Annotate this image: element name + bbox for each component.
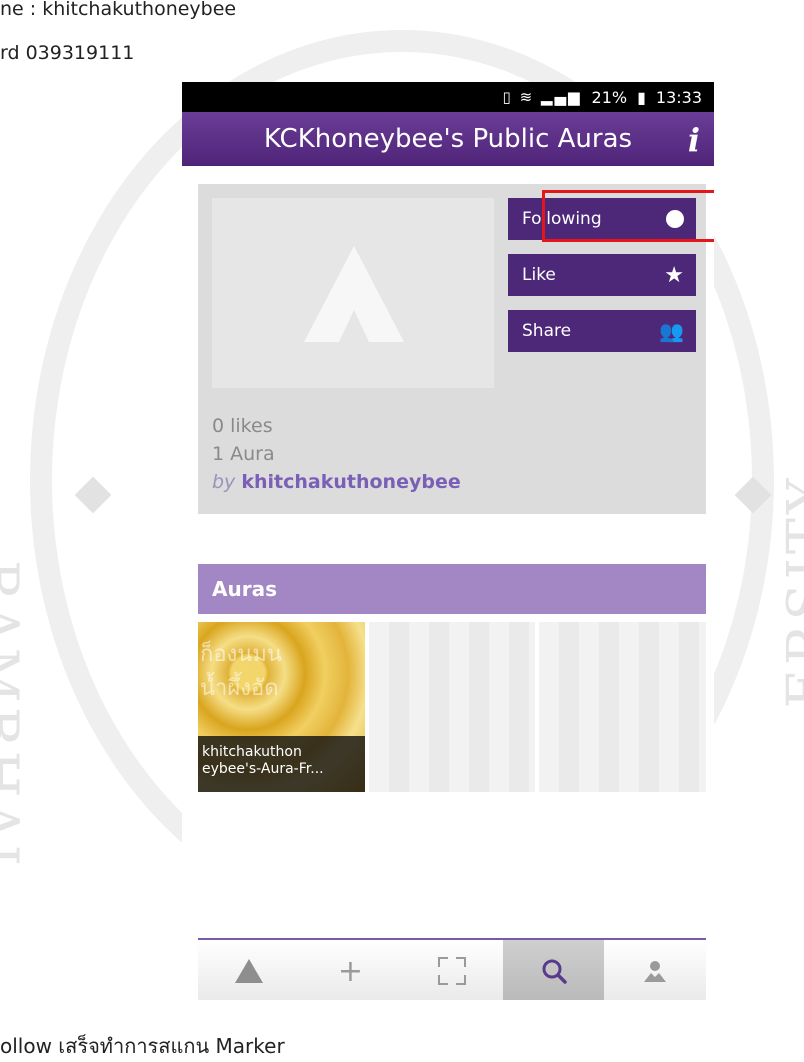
aura-count: 1 Aura [212,443,275,465]
by-line: by khitchakuthoneybee [212,468,461,496]
share-button[interactable]: Share 👥 [508,310,696,352]
aura-tile[interactable]: ก็องนมน น้ำผึ้งอัด khitchakuthon eybee's… [198,622,365,792]
search-icon [542,959,567,984]
star-icon: ★ [664,262,684,288]
status-bar: ▯ ≋ ▂▄▆ 21% ▮ 13:33 [182,82,714,112]
battery-percent: 21% [591,87,628,107]
profile-icon [644,961,667,982]
people-icon: 👥 [659,319,684,343]
like-button[interactable]: Like ★ [508,254,696,296]
bottom-nav: + [198,938,706,1000]
likes-count: 0 likes [212,415,273,437]
doc-username-line: ne : khitchakuthoneybee [0,0,237,20]
auras-grid: ก็องนมน น้ำผึ้งอัด khitchakuthon eybee's… [198,622,707,792]
battery-icon: ▮ [637,87,646,107]
add-icon: + [337,953,363,989]
status-time: 13:33 [655,87,702,107]
doc-password-line: rd 039319111 [0,42,135,64]
nav-scan[interactable] [401,940,503,1000]
app-header: KCKhoneybee's Public Auras i [182,112,714,166]
empty-aura-tile [539,622,707,792]
scan-icon [437,957,466,985]
nav-add[interactable]: + [300,940,402,1000]
auras-section-header: Auras [198,564,706,614]
share-label: Share [522,321,572,341]
watermark-text-left: RAMBHAI [0,560,30,871]
aura-caption: khitchakuthon eybee's-Aura-Fr... [198,736,365,792]
annotation-highlight-box [542,190,714,242]
nav-search[interactable] [502,940,605,1000]
watermark-text-right: ERSITY [775,474,804,709]
like-label: Like [522,265,556,285]
owner-link[interactable]: khitchakuthoneybee [241,471,460,493]
channel-thumbnail [212,198,494,388]
doc-caption: ollow เสร็จทำการสแกน Marker [0,1034,285,1058]
info-icon[interactable]: i [688,121,700,159]
channel-stats: 0 likes 1 Aura by khitchakuthoneybee [212,412,461,496]
page-title: KCKhoneybee's Public Auras [263,124,633,154]
by-prefix: by [212,471,236,493]
empty-aura-tile [368,622,536,792]
status-icons: ▯ ≋ ▂▄▆ [502,88,582,106]
phone-screenshot: ▯ ≋ ▂▄▆ 21% ▮ 13:33 KCKhoneybee's Public… [182,82,714,1000]
nav-home[interactable] [198,940,300,1000]
aura-overlay-text: ก็องนมน น้ำผึ้งอัด [200,642,282,701]
home-logo-icon [234,959,263,983]
nav-profile[interactable] [604,940,706,1000]
